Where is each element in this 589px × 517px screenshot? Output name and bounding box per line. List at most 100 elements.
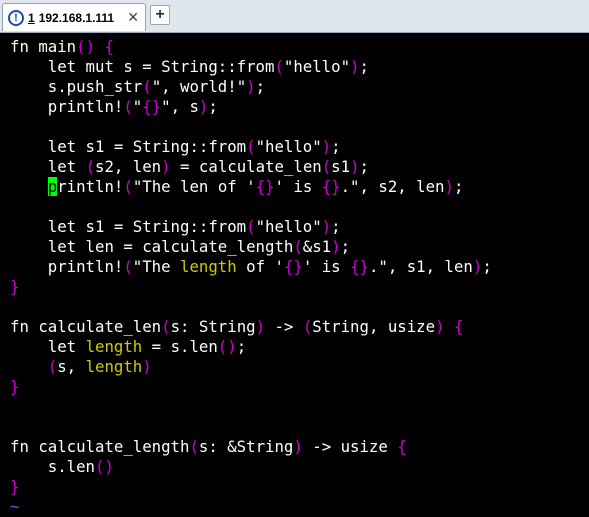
code-token: {}: [283, 257, 303, 276]
code-token: ;: [359, 57, 369, 76]
code-line: }: [10, 277, 19, 297]
tab-number: 1: [28, 10, 35, 25]
code-token: let mut s = String::from: [10, 57, 275, 76]
code-line: println!("The len of '{}' is {}.", s2, l…: [10, 177, 463, 197]
code-token: fn calculate_len: [10, 317, 162, 336]
code-token: ~: [10, 497, 20, 516]
code-token: ;: [208, 97, 218, 116]
code-token: {: [397, 437, 407, 456]
code-token: {: [453, 317, 464, 336]
code-token: (: [246, 217, 256, 236]
code-token: fn main: [10, 37, 77, 56]
code-token: "hello": [255, 217, 322, 236]
code-token: ): [321, 217, 332, 236]
code-token: ' is: [274, 177, 322, 196]
code-token: = s.len: [142, 337, 218, 356]
code-token: length: [85, 357, 143, 376]
text-cursor: p: [47, 177, 58, 196]
code-token: s: String: [170, 317, 256, 336]
code-token: ): [246, 77, 256, 96]
code-token: ;: [236, 337, 247, 356]
code-token: (: [123, 257, 133, 276]
code-token: (: [246, 137, 256, 156]
code-line: let length = s.len();: [10, 337, 246, 357]
code-token: length: [85, 337, 143, 356]
code-token: &s1: [302, 237, 332, 256]
code-token: ;: [331, 217, 341, 236]
code-token: length: [180, 257, 237, 276]
code-token: "hello": [283, 57, 351, 76]
terminal-editor[interactable]: fn main() { let mut s = String::from("he…: [0, 33, 589, 516]
code-line: s.push_str(", world!");: [10, 77, 265, 97]
code-token: (: [47, 357, 58, 376]
code-token: String, usize: [312, 317, 436, 336]
code-token: (: [302, 317, 313, 336]
code-token: ): [350, 157, 360, 176]
code-token: ;: [340, 237, 351, 256]
code-token: let: [10, 337, 86, 356]
code-token: (): [95, 457, 114, 476]
code-line: }: [10, 477, 19, 497]
code-token: s: &String: [198, 437, 294, 456]
code-token: ): [435, 317, 445, 336]
code-token: "The len of ': [132, 177, 256, 196]
code-token: s.len: [10, 457, 96, 476]
code-token: ", s: [161, 97, 199, 116]
code-line: fn calculate_len(s: String) -> (String, …: [10, 317, 463, 337]
code-line: let mut s = String::from("hello");: [10, 57, 369, 77]
code-token: ): [293, 437, 303, 456]
code-token: ): [142, 357, 152, 376]
code-token: {}: [350, 257, 369, 276]
code-token: fn calculate_length: [10, 437, 190, 456]
code-token: ): [444, 177, 454, 196]
code-token: ): [331, 237, 341, 256]
code-line: let len = calculate_length(&s1);: [10, 237, 350, 257]
close-icon[interactable]: ✕: [127, 9, 139, 25]
code-token: (): [76, 37, 96, 56]
code-token: ", world!": [151, 77, 247, 96]
code-token: (: [123, 97, 133, 116]
code-token: ;: [331, 137, 341, 156]
code-token: (: [85, 157, 96, 176]
code-line: let s1 = String::from("hello");: [10, 137, 341, 157]
code-line: let (s2, len) = calculate_len(s1);: [10, 157, 369, 177]
code-token: (: [274, 57, 284, 76]
code-line: s.len(): [10, 457, 114, 477]
code-token: (: [123, 177, 133, 196]
code-token: s2, len: [95, 157, 162, 176]
code-token: println!: [10, 257, 124, 276]
code-token: ): [161, 157, 171, 176]
tab-bar: ! 1 192.168.1.111 ✕ +: [0, 0, 589, 33]
code-token: ): [321, 137, 332, 156]
code-token: let s1 = String::from: [10, 137, 247, 156]
code-token: (: [293, 237, 303, 256]
code-token: ' is: [302, 257, 351, 276]
code-token: "The: [132, 257, 181, 276]
code-token: "hello": [255, 137, 322, 156]
code-token: -> usize: [302, 437, 398, 456]
code-token: }: [10, 277, 20, 296]
code-token: }: [10, 477, 20, 496]
code-token: {}: [142, 97, 162, 116]
code-token: s.push_str: [10, 77, 143, 96]
code-token: (: [189, 437, 199, 456]
code-token: (: [142, 77, 152, 96]
code-token: ": [132, 97, 143, 116]
code-line: fn calculate_length(s: &String) -> usize…: [10, 437, 407, 457]
code-token: let: [10, 157, 86, 176]
code-token: {}: [321, 177, 341, 196]
new-tab-button[interactable]: +: [150, 5, 170, 25]
code-token: let len = calculate_length: [10, 237, 294, 256]
session-tab[interactable]: ! 1 192.168.1.111 ✕: [2, 3, 146, 31]
code-token: (: [321, 157, 332, 176]
code-token: println!: [10, 97, 124, 116]
code-token: ->: [265, 317, 303, 336]
code-token: rintln!: [57, 177, 124, 196]
code-token: ): [198, 97, 209, 116]
code-line: fn main() {: [10, 37, 114, 57]
code-token: }: [10, 377, 20, 396]
code-token: let s1 = String::from: [10, 217, 247, 236]
